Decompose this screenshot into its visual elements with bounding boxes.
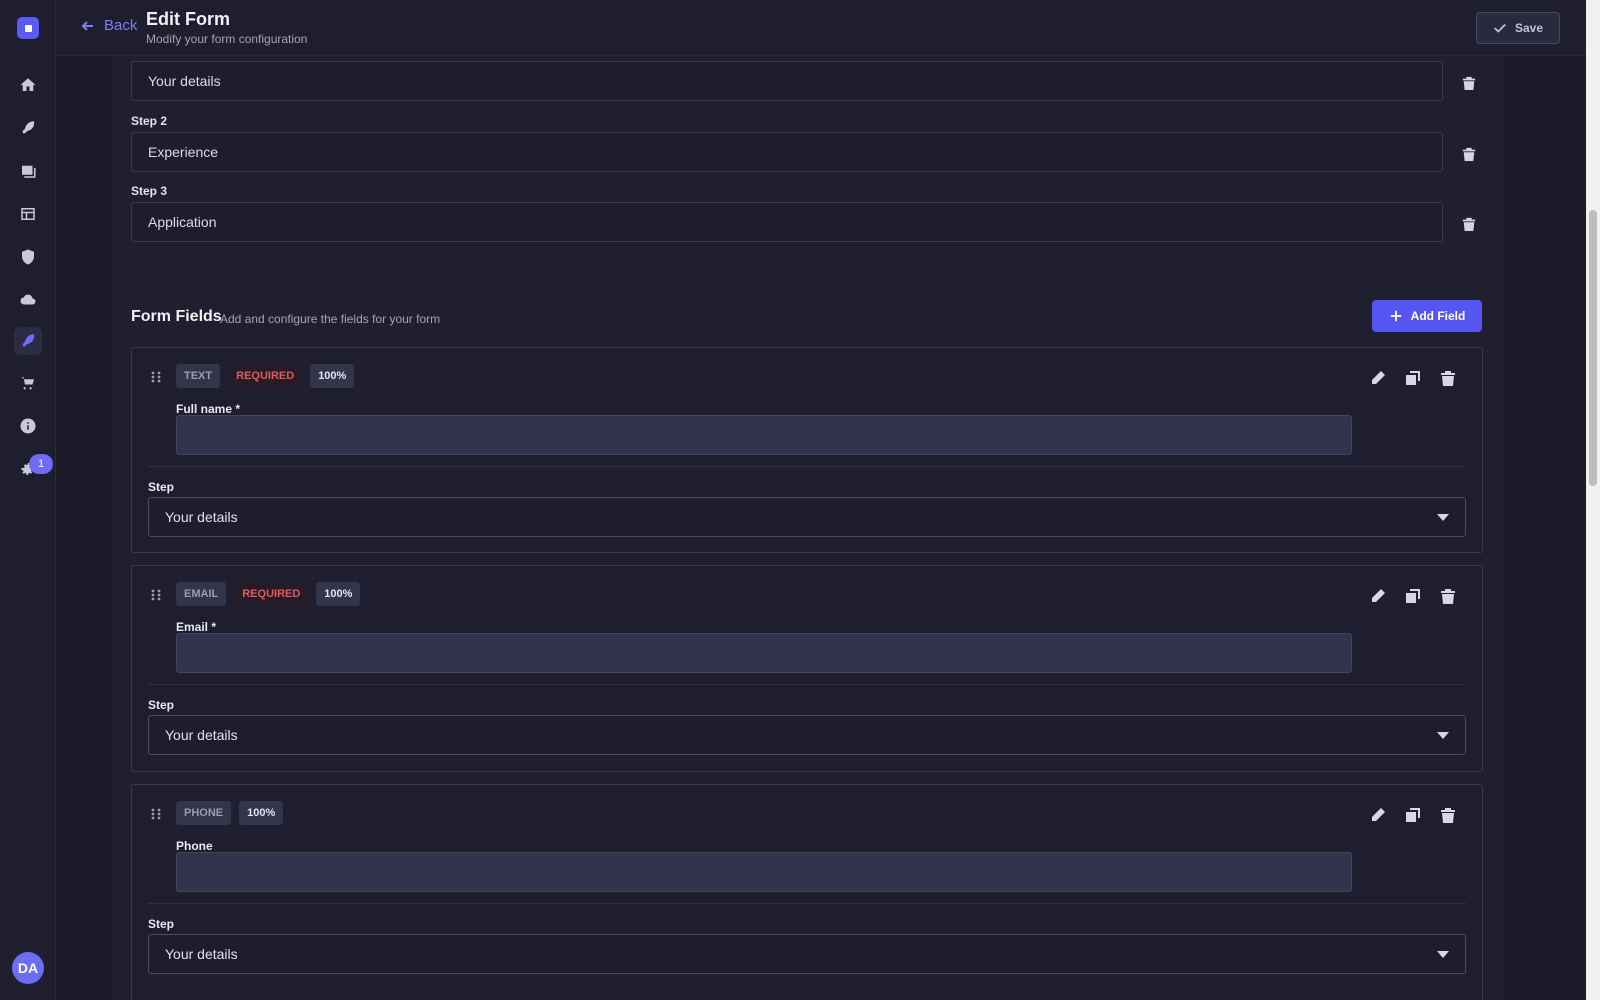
width-tag: 100%	[316, 582, 361, 606]
sidebar: 1 DA	[0, 0, 56, 1000]
scrollbar-thumb[interactable]	[1589, 210, 1597, 486]
field-label: Full name *	[176, 402, 241, 416]
edit-pencil-icon[interactable]	[1370, 588, 1386, 604]
field-card-phone: PHONE 100% Phone Step Your details	[131, 784, 1483, 1000]
drag-handle-icon[interactable]	[150, 588, 162, 602]
nav-cart-icon[interactable]	[14, 369, 42, 397]
step-select-label: Step	[148, 480, 175, 494]
edit-pencil-icon[interactable]	[1370, 807, 1386, 823]
nav-info-icon[interactable]	[14, 412, 42, 440]
delete-step-2-button[interactable]	[1462, 147, 1478, 163]
nav-feather-icon[interactable]	[14, 114, 42, 142]
field-actions	[1370, 807, 1456, 823]
field-tags: EMAIL REQUIRED 100%	[176, 582, 361, 606]
back-label: Back	[104, 17, 138, 34]
main-content: Your details Step 2 Experience Step 3 Ap…	[56, 56, 1586, 1000]
page-title: Edit Form	[146, 9, 230, 29]
header-bar: Back Edit Form Modify your form configur…	[56, 0, 1586, 56]
add-field-label: Add Field	[1410, 309, 1466, 323]
field-preview-input[interactable]	[176, 415, 1352, 455]
step-3-label: Step 3	[131, 184, 168, 198]
back-button[interactable]: Back	[80, 17, 137, 34]
duplicate-icon[interactable]	[1405, 370, 1421, 386]
app-logo[interactable]	[17, 17, 39, 39]
field-label: Phone	[176, 839, 213, 853]
chevron-down-icon	[1437, 731, 1449, 739]
duplicate-icon[interactable]	[1405, 588, 1421, 604]
form-fields-subtitle: Add and configure the fields for your fo…	[220, 312, 441, 326]
trash-icon[interactable]	[1440, 370, 1456, 386]
step-3-input[interactable]: Application	[131, 202, 1443, 242]
divider	[148, 684, 1466, 685]
field-card-full-name: TEXT REQUIRED 100% Full name * Step Your…	[131, 347, 1483, 553]
step-select[interactable]: Your details	[148, 497, 1466, 537]
trash-icon[interactable]	[1440, 807, 1456, 823]
delete-step-3-button[interactable]	[1462, 217, 1478, 233]
step-2-input[interactable]: Experience	[131, 132, 1443, 172]
edit-pencil-icon[interactable]	[1370, 370, 1386, 386]
trash-icon	[1462, 76, 1476, 90]
required-tag: REQUIRED	[228, 364, 303, 388]
check-icon	[1494, 23, 1506, 33]
field-label: Email *	[176, 620, 217, 634]
plus-icon	[1390, 310, 1401, 322]
type-tag: EMAIL	[176, 582, 227, 606]
step-1-input[interactable]: Your details	[131, 61, 1443, 101]
width-tag: 100%	[310, 364, 355, 388]
field-actions	[1370, 370, 1456, 386]
nav-layout-icon[interactable]	[14, 200, 42, 228]
type-tag: TEXT	[176, 364, 221, 388]
save-label: Save	[1514, 21, 1544, 35]
field-card-email: EMAIL REQUIRED 100% Email * Step Your de…	[131, 565, 1483, 772]
trash-icon[interactable]	[1440, 588, 1456, 604]
step-select-value: Your details	[165, 946, 238, 962]
delete-step-1-button[interactable]	[1462, 76, 1478, 92]
field-tags: TEXT REQUIRED 100%	[176, 364, 355, 388]
divider	[148, 466, 1466, 467]
page-scrollbar[interactable]	[1586, 0, 1600, 1000]
field-preview-input[interactable]	[176, 633, 1352, 673]
save-button[interactable]: Save	[1476, 12, 1560, 44]
drag-handle-icon[interactable]	[150, 807, 162, 821]
trash-icon	[1462, 217, 1476, 231]
step-select-label: Step	[148, 917, 175, 931]
duplicate-icon[interactable]	[1405, 807, 1421, 823]
step-select[interactable]: Your details	[148, 934, 1466, 974]
add-field-button[interactable]: Add Field	[1372, 300, 1482, 332]
nav-forms-icon[interactable]	[14, 327, 42, 355]
chevron-down-icon	[1437, 513, 1449, 521]
nav-cloud-icon[interactable]	[14, 286, 42, 314]
type-tag: PHONE	[176, 801, 232, 825]
required-tag: REQUIRED	[234, 582, 309, 606]
step-select-label: Step	[148, 698, 175, 712]
nav-home-icon[interactable]	[14, 71, 42, 99]
step-2-label: Step 2	[131, 114, 168, 128]
form-fields-panel: Form Fields Add and configure the fields…	[112, 274, 1504, 1000]
step-select[interactable]: Your details	[148, 715, 1466, 755]
settings-badge: 1	[29, 454, 53, 474]
field-tags: PHONE 100%	[176, 801, 284, 825]
chevron-down-icon	[1437, 950, 1449, 958]
step-select-value: Your details	[165, 727, 238, 743]
user-avatar[interactable]: DA	[12, 952, 44, 984]
divider	[148, 903, 1466, 904]
width-tag: 100%	[239, 801, 284, 825]
field-actions	[1370, 588, 1456, 604]
step-select-value: Your details	[165, 509, 238, 525]
arrow-left-icon	[81, 20, 93, 31]
nav-shield-icon[interactable]	[14, 243, 42, 271]
field-preview-input[interactable]	[176, 852, 1352, 892]
trash-icon	[1462, 147, 1476, 161]
page-subtitle: Modify your form configuration	[146, 32, 308, 46]
drag-handle-icon[interactable]	[150, 370, 162, 384]
nav-images-icon[interactable]	[14, 157, 42, 185]
form-fields-title: Form Fields	[131, 308, 222, 325]
